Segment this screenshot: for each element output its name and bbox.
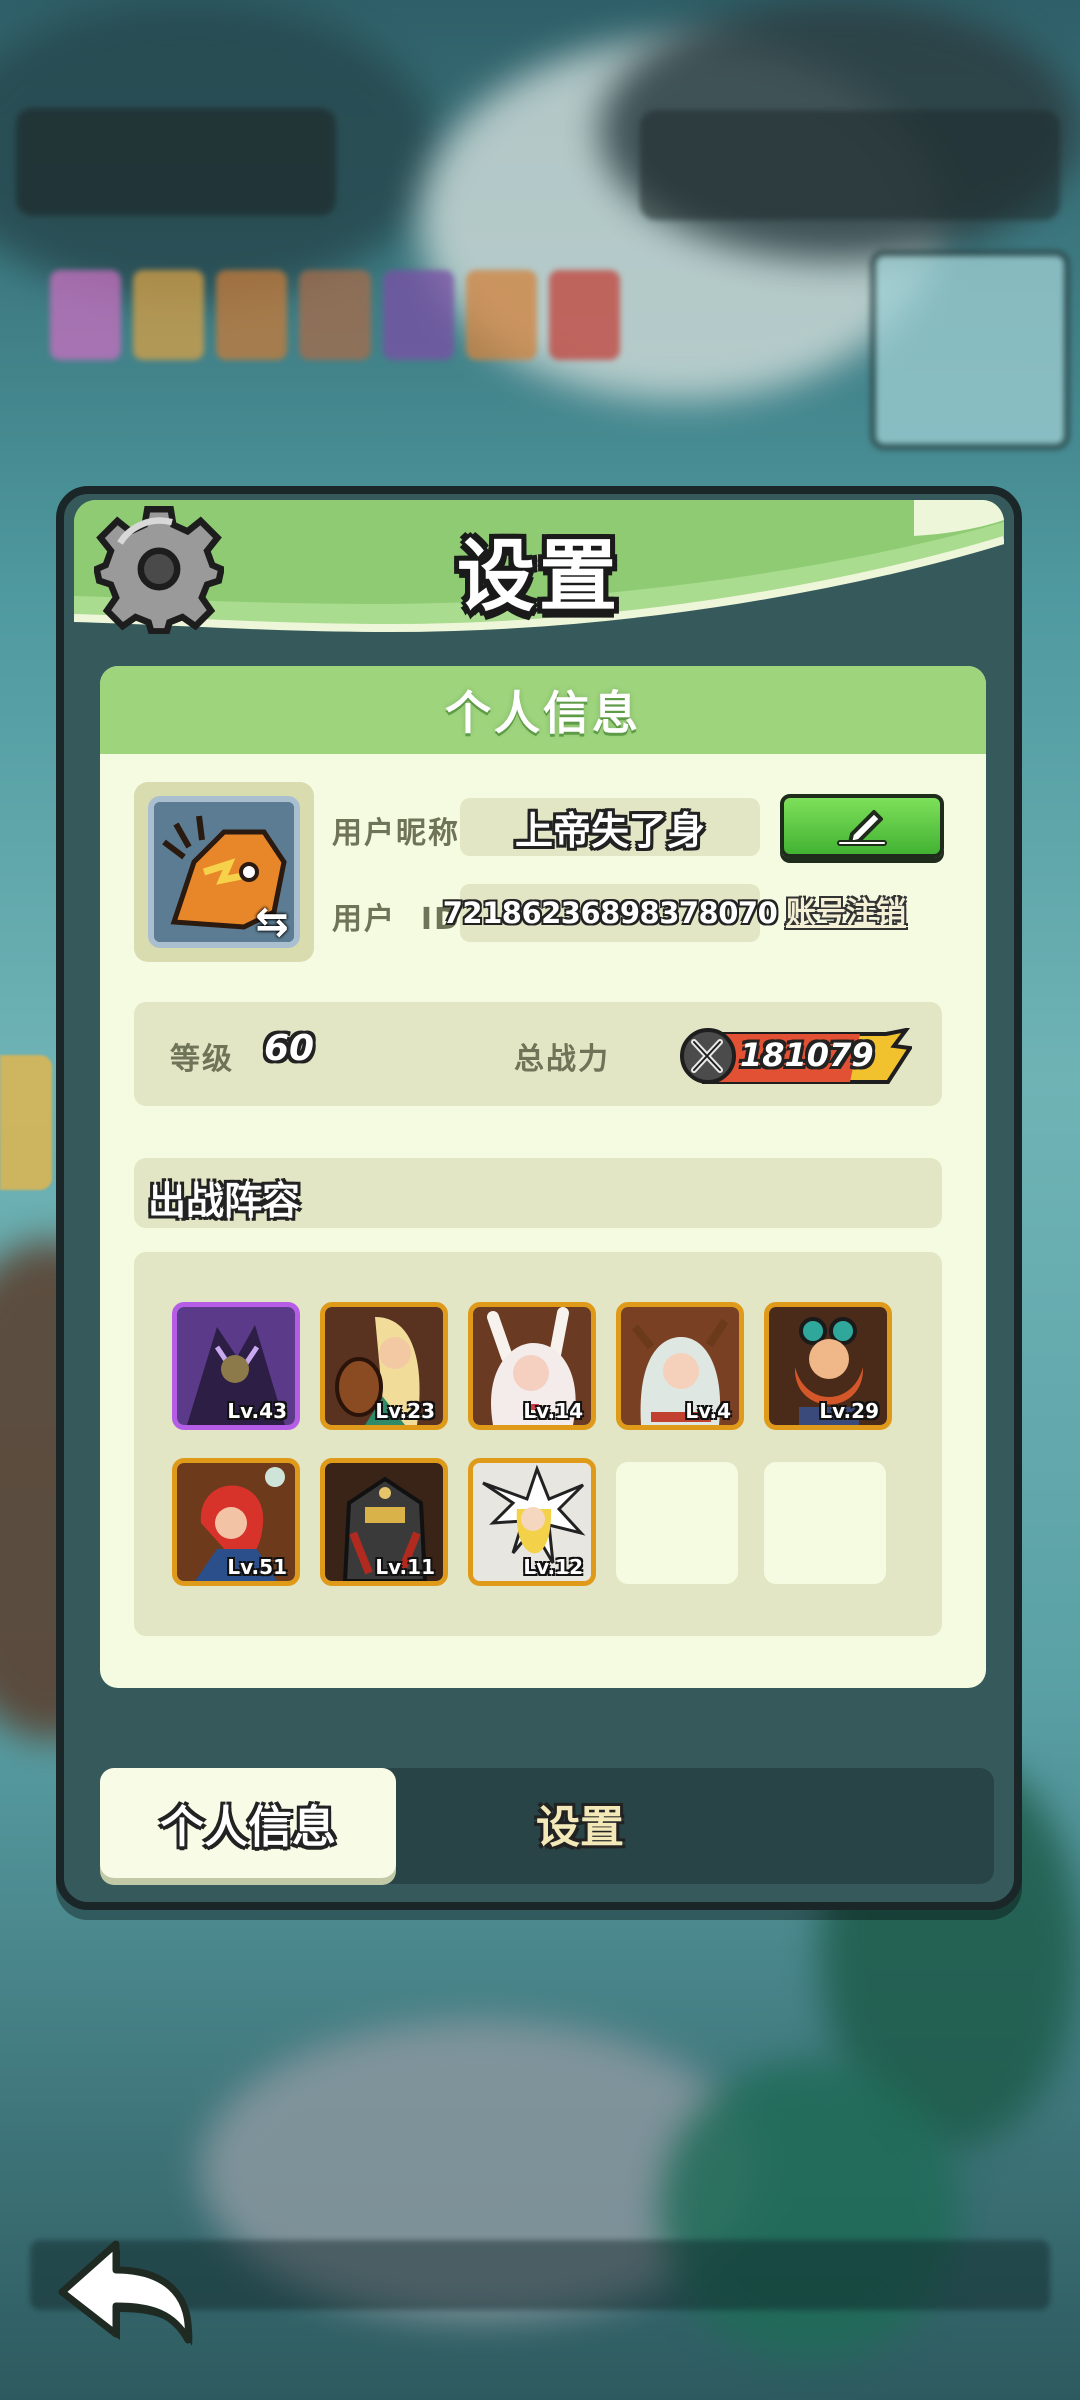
power-label: 总战力 — [514, 1042, 610, 1077]
hero-slot[interactable]: Lv.23 — [320, 1302, 448, 1430]
hero-slot[interactable]: Lv.11 — [320, 1458, 448, 1586]
player-status-bar — [16, 108, 336, 216]
hero-slot[interactable]: Lv.51 — [172, 1458, 300, 1586]
tab-profile[interactable]: 个人信息 — [100, 1768, 396, 1878]
pencil-icon — [837, 810, 887, 846]
dialog-title: 设置 — [456, 532, 621, 622]
tab-settings[interactable]: 设置 — [430, 1768, 730, 1878]
lineup-grid: Lv.43 Lv.23 Lv.14 Lv.4 Lv.29 Lv.51 Lv.11… — [134, 1252, 942, 1636]
team-strip — [50, 270, 620, 360]
panel-title: 个人信息 — [445, 686, 641, 740]
user-id-value: 72186236898378070 — [442, 896, 778, 930]
hero-level: Lv.11 — [375, 1555, 435, 1579]
hero-level: Lv.12 — [523, 1555, 583, 1579]
tab-bar: 个人信息 设置 — [100, 1768, 994, 1884]
hero-slot[interactable]: Lv.43 — [172, 1302, 300, 1430]
hero-slot[interactable]: Lv.4 — [616, 1302, 744, 1430]
hero-slot[interactable]: Lv.29 — [764, 1302, 892, 1430]
hero-slot[interactable]: Lv.12 — [468, 1458, 596, 1586]
hero-level: Lv.4 — [685, 1399, 731, 1423]
settings-dialog: 设置 个人信息 ⇆ 用户昵称 上帝失了身 用户 ID 7218623689837… — [56, 486, 1022, 1910]
nickname-label: 用户昵称 — [332, 816, 460, 851]
side-tab — [0, 1055, 52, 1190]
avatar[interactable]: ⇆ — [148, 796, 300, 948]
nickname-value: 上帝失了身 — [514, 808, 705, 853]
back-arrow-icon[interactable] — [52, 2230, 202, 2350]
nickname-field: 上帝失了身 — [460, 798, 760, 856]
hero-level: Lv.23 — [375, 1399, 435, 1423]
level-label: 等级 — [170, 1042, 234, 1077]
edit-nickname-button[interactable] — [780, 794, 944, 858]
level-value: 60 — [264, 1028, 315, 1069]
hero-level: Lv.43 — [227, 1399, 287, 1423]
hero-level: Lv.51 — [227, 1555, 287, 1579]
user-id-field: 72186236898378070 — [443, 884, 778, 942]
hero-level: Lv.29 — [819, 1399, 879, 1423]
profile-panel: 个人信息 ⇆ 用户昵称 上帝失了身 用户 ID 7218623689837807… — [100, 666, 986, 1688]
avatar-frame[interactable]: ⇆ — [134, 782, 314, 962]
user-id-label: 用户 ID — [332, 902, 461, 937]
empty-hero-slot[interactable] — [764, 1462, 886, 1584]
stats-row: 等级 60 总战力 181079 — [134, 1002, 942, 1106]
lineup-title: 出战阵容 — [148, 1179, 301, 1223]
minimap — [870, 250, 1070, 450]
cancel-account-link[interactable]: 账号注销 — [786, 888, 906, 932]
lineup-header: 出战阵容 — [134, 1158, 942, 1228]
hero-slot[interactable]: Lv.14 — [468, 1302, 596, 1430]
panel-title-bar: 个人信息 — [100, 666, 986, 754]
power-value: 181079 — [740, 1036, 874, 1074]
hero-level: Lv.14 — [523, 1399, 583, 1423]
empty-hero-slot[interactable] — [616, 1462, 738, 1584]
swap-avatar-icon[interactable]: ⇆ — [248, 898, 294, 942]
power-badge: 181079 — [680, 1028, 912, 1084]
currency-bar — [640, 110, 1060, 220]
